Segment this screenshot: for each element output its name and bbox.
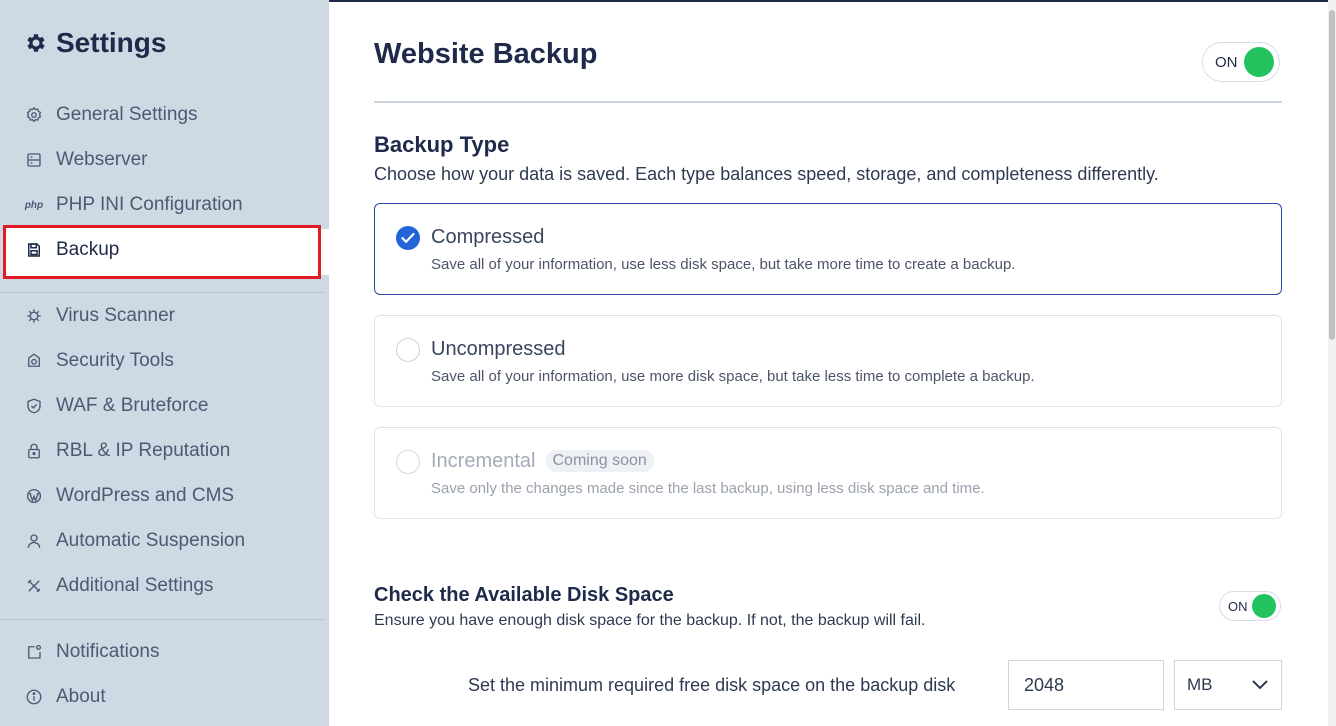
sidebar-item-general-settings[interactable]: General Settings: [24, 100, 314, 130]
sidebar-title: Settings: [24, 26, 166, 60]
radio-checked[interactable]: [396, 226, 420, 250]
wordpress-icon: [24, 486, 44, 506]
sidebar-item-label: PHP INI Configuration: [56, 194, 243, 215]
page-title: Website Backup: [374, 38, 598, 70]
sidebar-item-virus-scanner[interactable]: Virus Scanner: [24, 301, 314, 331]
backup-option-incremental: Incremental Coming soon Save only the cha…: [374, 427, 1282, 519]
check-icon: [401, 232, 415, 243]
scrollbar-thumb[interactable]: [1329, 10, 1335, 340]
header-divider: [374, 101, 1282, 103]
sidebar-item-webserver[interactable]: Webserver: [24, 145, 314, 175]
disk-space-toggle[interactable]: ON: [1219, 591, 1281, 621]
user-icon: [24, 531, 44, 551]
radio-unchecked[interactable]: [396, 338, 420, 362]
sidebar-item-additional-settings[interactable]: Additional Settings: [24, 571, 314, 601]
tools-icon: [24, 576, 44, 596]
sidebar-item-label: Additional Settings: [56, 575, 214, 596]
toggle-knob: [1252, 594, 1276, 618]
option-title-row: Incremental Coming soon: [431, 450, 654, 473]
active-item-connector: [321, 229, 329, 275]
sidebar-item-label: Virus Scanner: [56, 305, 175, 326]
floppy-disk-icon: [24, 240, 44, 260]
sidebar-divider: [0, 619, 324, 620]
toggle-knob: [1244, 47, 1274, 77]
gear-outline-icon: [24, 105, 44, 125]
sidebar-item-label: Security Tools: [56, 350, 174, 371]
sidebar-title-text: Settings: [56, 27, 167, 58]
security-camera-icon: [24, 351, 44, 371]
sidebar-item-label: Notifications: [56, 641, 160, 662]
sidebar-item-automatic-suspension[interactable]: Automatic Suspension: [24, 526, 314, 556]
notification-icon: [24, 642, 44, 662]
backup-option-compressed[interactable]: Compressed Save all of your information,…: [374, 203, 1282, 295]
sidebar-item-label: Automatic Suspension: [56, 530, 246, 551]
sidebar-item-label: WAF & Bruteforce: [56, 395, 209, 416]
lock-icon: [24, 441, 44, 461]
info-icon: [24, 687, 44, 707]
sidebar-item-security-tools[interactable]: Security Tools: [24, 346, 314, 376]
sidebar-item-about[interactable]: About: [24, 682, 314, 712]
toggle-label: ON: [1228, 598, 1248, 614]
sidebar-item-notifications[interactable]: Notifications: [24, 637, 314, 667]
option-description: Save only the changes made since the las…: [431, 480, 985, 497]
sidebar-item-wordpress-cms[interactable]: WordPress and CMS: [24, 481, 314, 511]
sidebar-item-waf-bruteforce[interactable]: WAF & Bruteforce: [24, 391, 314, 421]
coming-soon-badge: Coming soon: [545, 450, 654, 472]
min-disk-space-label: Set the minimum required free disk space…: [468, 675, 956, 695]
toggle-label: ON: [1215, 53, 1238, 71]
radio-disabled: [396, 450, 420, 474]
selected-unit: MB: [1187, 675, 1213, 694]
backup-type-title: Backup Type: [374, 132, 510, 157]
gear-icon: [27, 34, 45, 52]
sidebar-item-backup[interactable]: Backup: [24, 235, 314, 265]
php-icon-text: php: [24, 199, 44, 211]
sidebar-item-label: General Settings: [56, 104, 198, 125]
option-title: Compressed: [431, 226, 545, 248]
chevron-down-icon: [1252, 680, 1268, 690]
option-description: Save all of your information, use more d…: [431, 368, 1035, 385]
backup-type-description: Choose how your data is saved. Each type…: [374, 164, 1159, 184]
main-content: Website Backup ON Backup Type Choose how…: [329, 0, 1336, 726]
backup-option-uncompressed[interactable]: Uncompressed Save all of your informatio…: [374, 315, 1282, 407]
sidebar-item-php-ini[interactable]: php PHP INI Configuration: [24, 190, 314, 220]
disk-space-title: Check the Available Disk Space: [374, 584, 674, 606]
sidebar-item-label: Webserver: [56, 149, 148, 170]
sidebar-item-label: About: [56, 686, 106, 707]
page-scrollbar[interactable]: [1328, 0, 1336, 726]
virus-icon: [24, 306, 44, 326]
disk-unit-select[interactable]: MB: [1174, 660, 1282, 710]
sidebar: Settings General Settings Webserver php …: [0, 0, 329, 726]
sidebar-item-label: Backup: [56, 239, 120, 260]
sidebar-item-rbl-ip-reputation[interactable]: RBL & IP Reputation: [24, 436, 314, 466]
disk-space-description: Ensure you have enough disk space for th…: [374, 612, 926, 629]
sidebar-item-label: RBL & IP Reputation: [56, 440, 231, 461]
option-title: Uncompressed: [431, 338, 566, 360]
shield-check-icon: [24, 396, 44, 416]
option-title: Incremental: [431, 450, 536, 472]
backup-enable-toggle[interactable]: ON: [1202, 42, 1280, 82]
option-description: Save all of your information, use less d…: [431, 256, 1016, 273]
sidebar-item-label: WordPress and CMS: [56, 485, 235, 506]
server-icon: [24, 150, 44, 170]
php-icon: php: [24, 195, 44, 215]
sidebar-divider: [0, 292, 324, 293]
min-disk-space-input[interactable]: [1008, 660, 1164, 710]
